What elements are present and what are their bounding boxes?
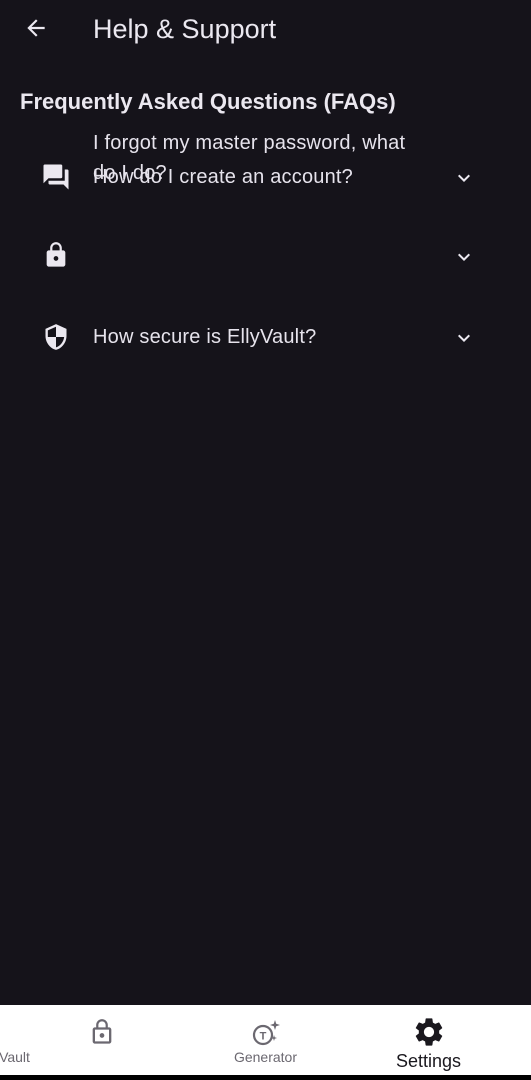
chevron-down-icon[interactable] — [450, 324, 478, 352]
lock-icon — [40, 239, 72, 271]
faq-item-forgot-password[interactable]: I forgot my master password, what do I d… — [0, 132, 531, 305]
faq-section-title: Frequently Asked Questions (FAQs) — [20, 89, 396, 114]
page-title: Help & Support — [93, 14, 277, 44]
chevron-down-icon[interactable] — [450, 164, 478, 192]
nav-label-generator: Generator — [233, 1049, 298, 1065]
chevron-down-icon[interactable] — [450, 243, 478, 271]
faq-list: How do I create an account? I forgot my … — [0, 132, 531, 369]
chat-bubbles-icon — [40, 161, 72, 193]
faq-question: I forgot my master password, what do I d… — [93, 132, 406, 184]
nav-item-vault[interactable]: Vault — [0, 1005, 191, 1075]
arrow-back-icon — [23, 15, 49, 46]
nav-item-generator[interactable]: T Generator — [177, 1005, 354, 1075]
shield-icon — [40, 321, 72, 353]
faq-question: How secure is EllyVault? — [93, 326, 317, 348]
system-bar-edge — [0, 1075, 531, 1080]
nav-item-settings[interactable]: Settings — [340, 1005, 517, 1075]
nav-label-vault: Vault — [0, 1049, 30, 1065]
svg-text:T: T — [259, 1031, 266, 1043]
bottom-navigation: Vault T Generator Settings — [0, 1005, 531, 1075]
generator-icon: T — [251, 1018, 281, 1048]
nav-label-settings: Settings — [395, 1051, 462, 1071]
lock-icon — [88, 1018, 116, 1046]
faq-item-security[interactable]: How secure is EllyVault? — [0, 305, 531, 369]
app-bar: Help & Support — [0, 0, 531, 58]
back-button[interactable] — [16, 10, 56, 50]
gear-icon — [412, 1015, 446, 1049]
